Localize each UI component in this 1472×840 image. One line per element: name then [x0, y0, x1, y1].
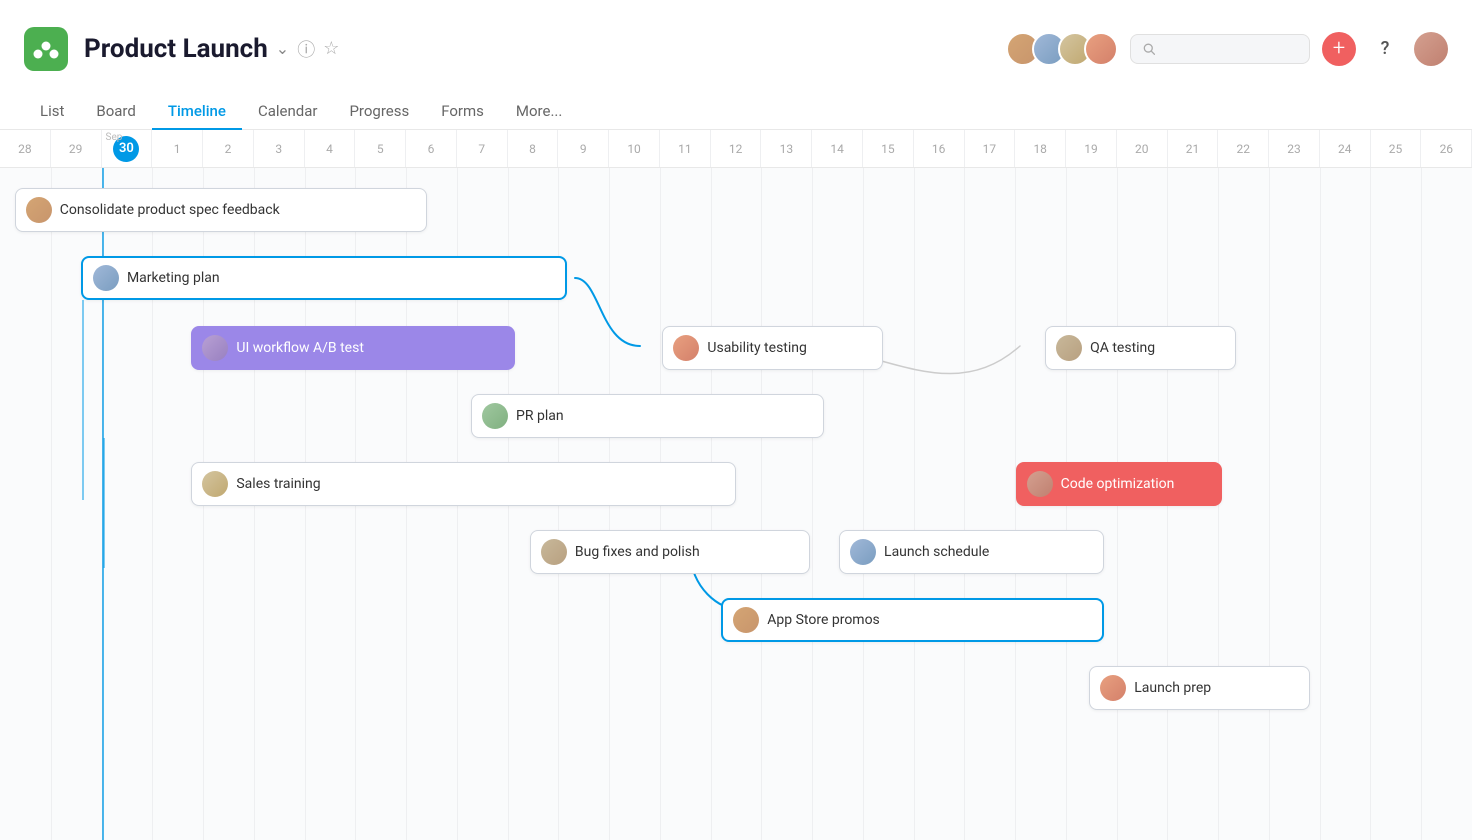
- task-avatar: [482, 403, 508, 429]
- ruler-cell-3: 3: [254, 130, 305, 167]
- task-avatar: [93, 265, 119, 291]
- avatar: [1084, 32, 1118, 66]
- add-button[interactable]: +: [1322, 32, 1356, 66]
- ruler-cell-23: 23: [1269, 130, 1320, 167]
- ruler-cell-29: 29: [51, 130, 102, 167]
- search-input[interactable]: [1161, 41, 1297, 57]
- search-box[interactable]: [1130, 34, 1310, 64]
- ruler-cell-24: 24: [1320, 130, 1371, 167]
- app-logo[interactable]: [24, 27, 68, 71]
- ruler-cell-20: 20: [1117, 130, 1168, 167]
- ruler-cell-4: 4: [305, 130, 356, 167]
- task-label: Launch prep: [1134, 680, 1211, 696]
- ruler-cell-5: 5: [355, 130, 406, 167]
- task-launch-prep[interactable]: Launch prep: [1089, 666, 1310, 710]
- ruler-cell-10: 10: [609, 130, 660, 167]
- tab-forms[interactable]: Forms: [425, 94, 500, 130]
- star-icon[interactable]: ☆: [323, 38, 339, 59]
- ruler-cell-16: 16: [914, 130, 965, 167]
- ruler-cell-28: 28: [0, 130, 51, 167]
- task-avatar: [733, 607, 759, 633]
- timeline-canvas: Consolidate product spec feedback Market…: [0, 168, 1472, 840]
- ruler-cell-12: 12: [711, 130, 762, 167]
- ruler-cell-15: 15: [863, 130, 914, 167]
- task-usability[interactable]: Usability testing: [662, 326, 883, 370]
- task-avatar: [673, 335, 699, 361]
- task-label: UI workflow A/B test: [236, 340, 364, 356]
- ruler-cell-25: 25: [1371, 130, 1422, 167]
- task-marketing[interactable]: Marketing plan: [81, 256, 567, 300]
- chevron-down-icon[interactable]: ⌄: [276, 39, 289, 58]
- ruler-cell-22: 22: [1218, 130, 1269, 167]
- task-avatar: [1027, 471, 1053, 497]
- info-icon[interactable]: ⓘ: [297, 36, 315, 62]
- tab-board[interactable]: Board: [80, 94, 151, 130]
- task-bug-fixes[interactable]: Bug fixes and polish: [530, 530, 810, 574]
- tab-list[interactable]: List: [24, 94, 80, 130]
- project-title: Product Launch: [84, 34, 268, 64]
- ruler-cell-1: 1: [152, 130, 203, 167]
- ruler-cell-9: 9: [558, 130, 609, 167]
- task-avatar: [202, 471, 228, 497]
- ruler-cell-18: 18: [1015, 130, 1066, 167]
- ruler-cell-19: 19: [1066, 130, 1117, 167]
- task-avatar: [202, 335, 228, 361]
- task-avatar: [26, 197, 52, 223]
- ruler-cell-7: 7: [457, 130, 508, 167]
- task-avatar: [1100, 675, 1126, 701]
- user-avatar[interactable]: [1414, 32, 1448, 66]
- header-top: Product Launch ⌄ ⓘ ☆ + ?: [24, 0, 1448, 89]
- ruler-cell-21: 21: [1168, 130, 1219, 167]
- timeline-container: 28 29 Sep 30 1 2 3 4 5 6 7 8 9 10 11 12 …: [0, 130, 1472, 840]
- task-launch-schedule[interactable]: Launch schedule: [839, 530, 1104, 574]
- ruler-cell-30-today: Sep 30: [102, 130, 153, 167]
- tab-timeline[interactable]: Timeline: [152, 94, 242, 130]
- task-qa[interactable]: QA testing: [1045, 326, 1236, 370]
- project-title-area: Product Launch ⌄ ⓘ ☆: [84, 34, 339, 64]
- tab-more[interactable]: More...: [500, 94, 578, 130]
- task-pr-plan[interactable]: PR plan: [471, 394, 824, 438]
- task-avatar: [1056, 335, 1082, 361]
- task-label: QA testing: [1090, 340, 1155, 356]
- task-avatar: [850, 539, 876, 565]
- task-sales-training[interactable]: Sales training: [191, 462, 736, 506]
- ruler-cell-14: 14: [812, 130, 863, 167]
- task-label: Launch schedule: [884, 544, 989, 560]
- task-consolidate[interactable]: Consolidate product spec feedback: [15, 188, 427, 232]
- task-ui-ab[interactable]: UI workflow A/B test: [191, 326, 515, 370]
- task-code-opt[interactable]: Code optimization: [1016, 462, 1222, 506]
- task-label: Usability testing: [707, 340, 806, 356]
- header: Product Launch ⌄ ⓘ ☆ + ?: [0, 0, 1472, 130]
- task-label: Consolidate product spec feedback: [60, 202, 280, 218]
- team-avatars: [1006, 32, 1118, 66]
- ruler-cell-26: 26: [1421, 130, 1472, 167]
- ruler-cell-2: 2: [203, 130, 254, 167]
- tab-calendar[interactable]: Calendar: [242, 94, 334, 130]
- task-label: Sales training: [236, 476, 320, 492]
- ruler-cell-8: 8: [508, 130, 559, 167]
- nav-tabs: List Board Timeline Calendar Progress Fo…: [24, 93, 1448, 129]
- task-label: App Store promos: [767, 612, 880, 628]
- date-ruler: 28 29 Sep 30 1 2 3 4 5 6 7 8 9 10 11 12 …: [0, 130, 1472, 168]
- ruler-cell-17: 17: [965, 130, 1016, 167]
- task-app-store[interactable]: App Store promos: [721, 598, 1104, 642]
- header-right: + ?: [1006, 32, 1448, 66]
- task-avatar: [541, 539, 567, 565]
- tab-progress[interactable]: Progress: [333, 94, 425, 130]
- task-label: PR plan: [516, 408, 564, 424]
- ruler-cell-13: 13: [761, 130, 812, 167]
- ruler-cell-6: 6: [406, 130, 457, 167]
- ruler-cell-11: 11: [660, 130, 711, 167]
- help-button[interactable]: ?: [1368, 32, 1402, 66]
- task-label: Bug fixes and polish: [575, 544, 700, 560]
- task-label: Code optimization: [1061, 476, 1175, 492]
- task-label: Marketing plan: [127, 270, 220, 286]
- search-icon: [1143, 42, 1155, 56]
